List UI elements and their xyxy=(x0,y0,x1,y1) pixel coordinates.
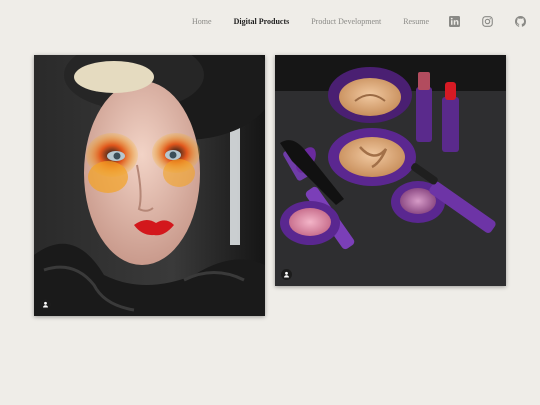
user-icon[interactable] xyxy=(40,299,51,310)
gallery-item-cosmetics[interactable] xyxy=(275,55,506,286)
linkedin-icon[interactable] xyxy=(449,15,460,27)
top-navigation: Home Digital Products Product Developmen… xyxy=(170,13,526,29)
gallery-item-portrait[interactable] xyxy=(34,55,265,316)
nav-link-product-development[interactable]: Product Development xyxy=(311,17,381,26)
cosmetics-image xyxy=(275,55,506,286)
nav-link-home[interactable]: Home xyxy=(192,17,212,26)
portrait-image xyxy=(34,55,265,316)
github-icon[interactable] xyxy=(515,15,526,27)
user-icon[interactable] xyxy=(281,269,292,280)
nav-link-resume[interactable]: Resume xyxy=(403,17,429,26)
nav-link-digital-products[interactable]: Digital Products xyxy=(234,17,290,26)
instagram-icon[interactable] xyxy=(482,15,493,27)
